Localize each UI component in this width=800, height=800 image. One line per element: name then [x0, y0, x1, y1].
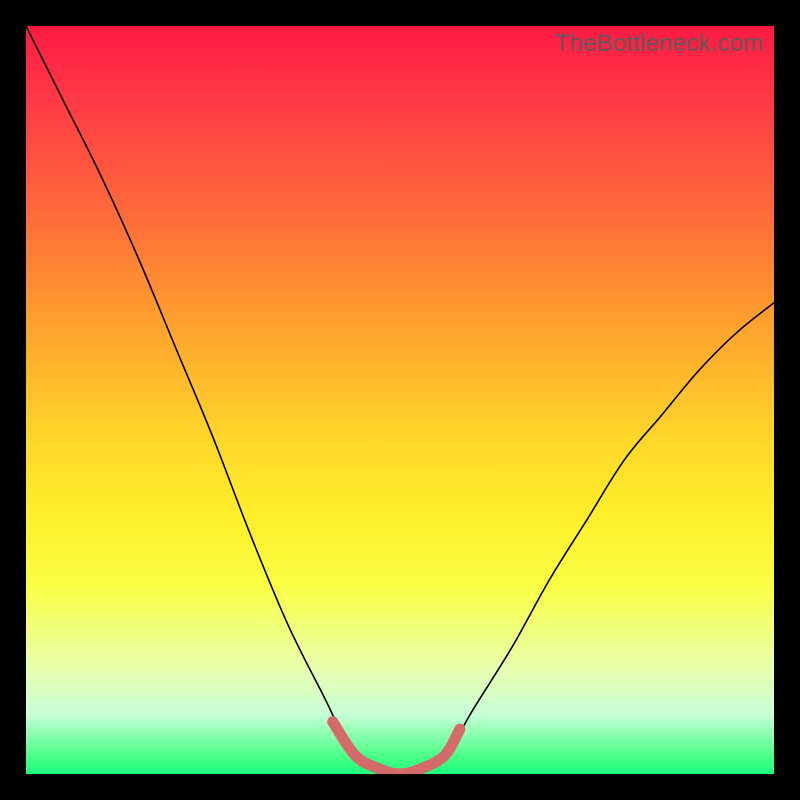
bottleneck-curve — [26, 26, 774, 774]
chart-frame: TheBottleneck.com — [26, 26, 774, 774]
bottleneck-plot — [26, 26, 774, 774]
optimal-range-highlight — [333, 722, 460, 774]
